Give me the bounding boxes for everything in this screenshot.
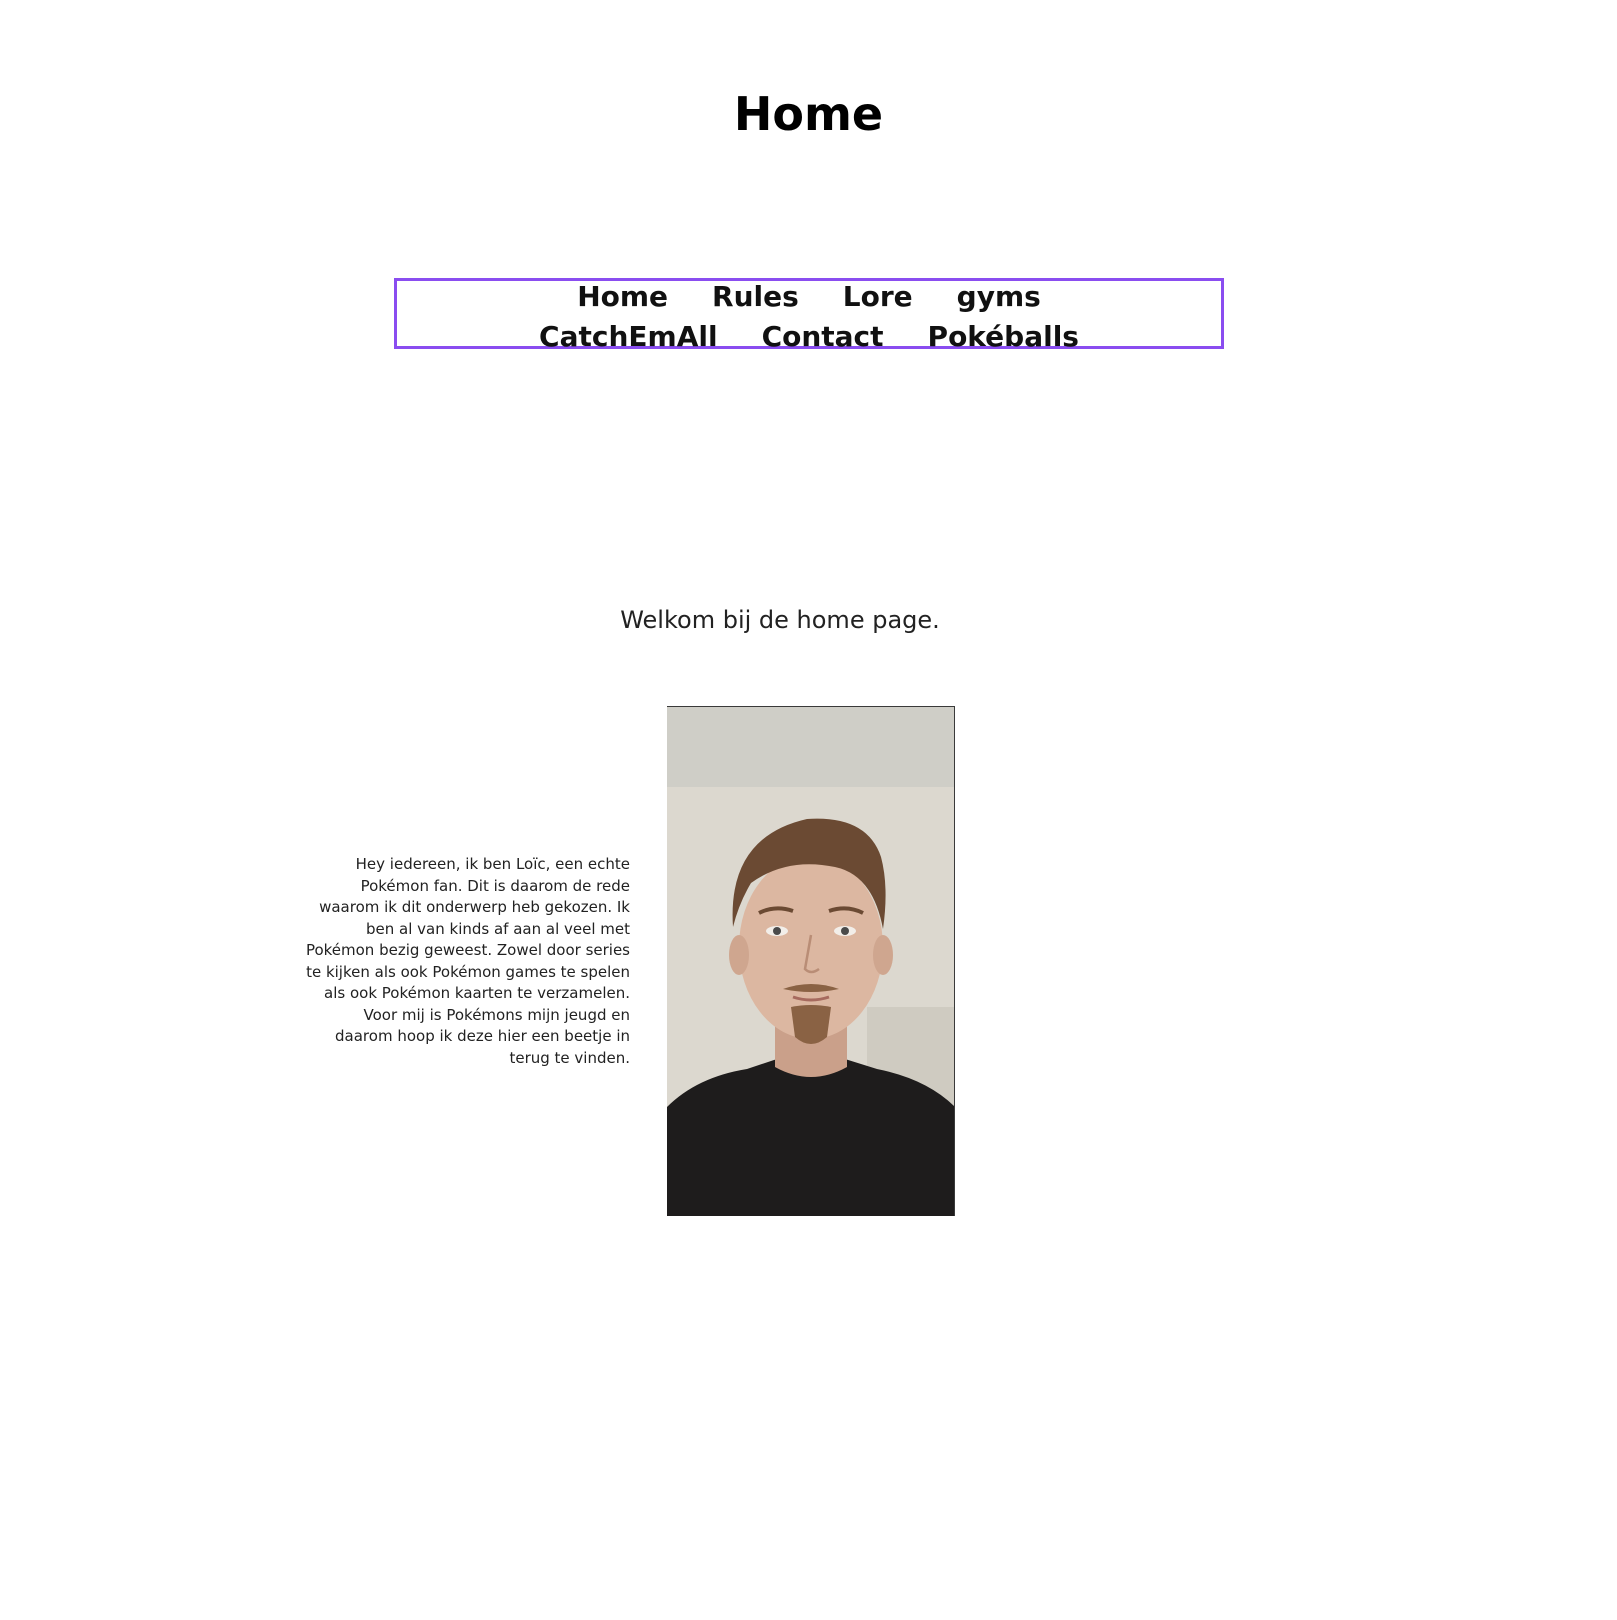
portrait-illustration — [667, 707, 954, 1216]
nav-link-lore[interactable]: Lore — [843, 279, 913, 315]
welcome-text: Welkom bij de home page. — [620, 606, 940, 634]
page-title: Home — [733, 87, 884, 141]
nav-link-pokeballs[interactable]: Pokéballs — [928, 319, 1079, 355]
intro-line: Hey iedereen, ik ben Loïc, een echte — [355, 855, 630, 873]
intro-line: waarom ik dit onderwerp heb gekozen. Ik — [319, 898, 630, 916]
nav-link-home[interactable]: Home — [577, 279, 668, 315]
intro-line: daarom hoop ik deze hier een beetje in — [335, 1027, 630, 1045]
main-navigation: Home Rules Lore gyms CatchEmAll Contact … — [394, 278, 1224, 353]
intro-line: ben al van kinds af aan al veel met — [366, 919, 630, 938]
nav-link-rules[interactable]: Rules — [712, 279, 799, 315]
intro-line: te kijken als ook Pokémon games te spele… — [306, 962, 630, 981]
intro-line: terug te vinden. — [509, 1048, 630, 1067]
portrait-photo — [667, 706, 955, 1216]
nav-link-contact[interactable]: Contact — [762, 319, 884, 355]
intro-line: Pokémon fan. Dit is daarom de rede — [360, 876, 630, 895]
nav-row-2: CatchEmAll Contact Pokéballs — [397, 319, 1221, 355]
intro-line: Voor mij is Pokémons mijn jeugd en — [363, 1005, 630, 1024]
intro-line: Pokémon bezig geweest. Zowel door series — [305, 941, 630, 959]
intro-line: als ook Pokémon kaarten te verzamelen. — [324, 984, 630, 1002]
nav-link-catchemall[interactable]: CatchEmAll — [539, 319, 718, 355]
nav-row-1: Home Rules Lore gyms — [397, 279, 1221, 315]
intro-paragraph: Hey iedereen, ik ben Loïc, een echte Pok… — [300, 854, 630, 1069]
nav-link-gyms[interactable]: gyms — [957, 279, 1041, 315]
